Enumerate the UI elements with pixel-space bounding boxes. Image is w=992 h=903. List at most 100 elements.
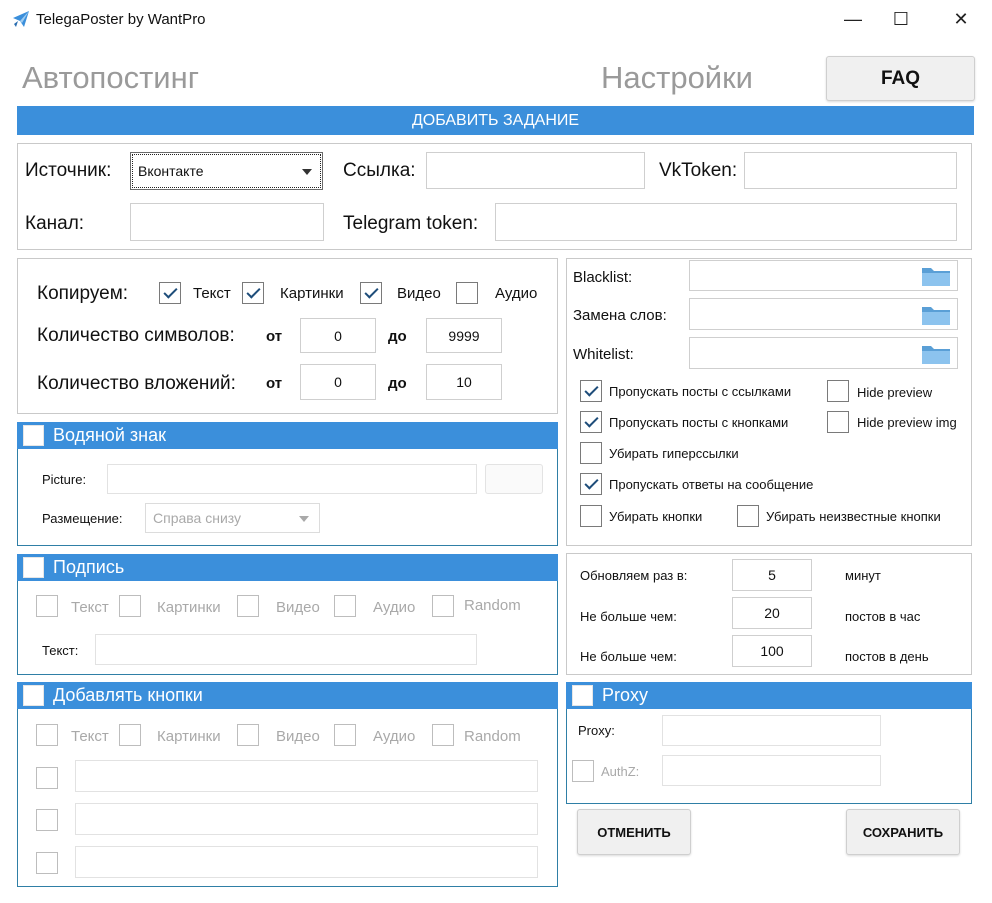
- close-icon: ✕: [953, 8, 969, 29]
- telegram-token-input[interactable]: [495, 203, 957, 241]
- buttons-audio-checkbox[interactable]: [334, 724, 356, 746]
- telegram-paper-plane-icon: [13, 11, 29, 27]
- signature-text-field-label: Текст:: [42, 643, 79, 658]
- watermark-checkbox[interactable]: [23, 425, 44, 446]
- copy-images-label: Картинки: [280, 285, 344, 302]
- folder-icon[interactable]: [921, 343, 951, 365]
- copy-images-checkbox[interactable]: [242, 282, 264, 304]
- chars-to-label: до: [388, 328, 407, 345]
- hide-preview-img-checkbox[interactable]: [827, 411, 849, 433]
- folder-icon[interactable]: [921, 304, 951, 326]
- authz-checkbox[interactable]: [572, 760, 594, 782]
- link-label: Ссылка:: [343, 160, 416, 181]
- proxy-input[interactable]: [662, 715, 881, 746]
- check-icon: [583, 382, 599, 397]
- copy-audio-label: Аудио: [495, 285, 538, 302]
- close-button[interactable]: ✕: [938, 0, 984, 38]
- signature-title: Подпись: [53, 557, 125, 577]
- attach-from-input[interactable]: 0: [300, 364, 376, 400]
- faq-button[interactable]: FAQ: [826, 56, 975, 101]
- check-icon: [583, 413, 599, 428]
- window-title: TelegaPoster by WantPro: [36, 11, 206, 28]
- channel-label: Канал:: [25, 213, 85, 234]
- minimize-button[interactable]: —: [830, 0, 876, 38]
- buttons-video-checkbox[interactable]: [237, 724, 259, 746]
- add-buttons-title: Добавлять кнопки: [53, 685, 203, 705]
- update-interval-label: Обновляем раз в:: [580, 568, 688, 583]
- signature-video-checkbox[interactable]: [237, 595, 259, 617]
- proxy-header: Proxy: [566, 682, 972, 709]
- blacklist-input[interactable]: [689, 260, 958, 291]
- placement-select-value: Справа снизу: [153, 510, 242, 526]
- title-bar: TelegaPoster by WantPro — ☐ ✕: [0, 0, 992, 38]
- signature-random-checkbox[interactable]: [432, 595, 454, 617]
- buttons-random-checkbox[interactable]: [432, 724, 454, 746]
- check-icon: [363, 284, 379, 299]
- remove-hyperlinks-checkbox[interactable]: [580, 442, 602, 464]
- buttons-images-label: Картинки: [157, 728, 221, 745]
- source-select[interactable]: Вконтакте: [130, 152, 323, 190]
- chevron-down-icon: [299, 516, 309, 522]
- proxy-checkbox[interactable]: [572, 685, 593, 706]
- save-button[interactable]: СОХРАНИТЬ: [846, 809, 960, 855]
- button-row-2-input[interactable]: [75, 803, 538, 835]
- buttons-text-label: Текст: [71, 728, 109, 745]
- maximize-button[interactable]: ☐: [878, 0, 924, 38]
- copy-video-label: Видео: [397, 285, 441, 302]
- authz-input[interactable]: [662, 755, 881, 786]
- signature-images-checkbox[interactable]: [119, 595, 141, 617]
- add-buttons-checkbox[interactable]: [23, 685, 44, 706]
- chars-to-input[interactable]: 9999: [426, 318, 502, 353]
- remove-unknown-buttons-checkbox[interactable]: [737, 505, 759, 527]
- remove-buttons-checkbox[interactable]: [580, 505, 602, 527]
- chars-from-input[interactable]: 0: [300, 318, 376, 353]
- nav-settings[interactable]: Настройки: [601, 60, 753, 96]
- max-per-day-label: Не больше чем:: [580, 649, 677, 664]
- skip-buttons-checkbox[interactable]: [580, 411, 602, 433]
- check-icon: [245, 284, 261, 299]
- update-interval-input[interactable]: 5: [732, 559, 812, 591]
- max-per-hour-unit: постов в час: [845, 609, 921, 624]
- placement-label: Размещение:: [42, 511, 123, 526]
- skip-links-checkbox[interactable]: [580, 380, 602, 402]
- channel-input[interactable]: [130, 203, 324, 241]
- button-row-3-checkbox[interactable]: [36, 852, 58, 874]
- max-per-hour-input[interactable]: 20: [732, 597, 812, 629]
- nav-autoposting[interactable]: Автопостинг: [22, 60, 199, 96]
- buttons-random-label: Random: [464, 728, 521, 745]
- cancel-button[interactable]: ОТМЕНИТЬ: [577, 809, 691, 855]
- remove-buttons-label: Убирать кнопки: [609, 509, 703, 524]
- placement-select[interactable]: Справа снизу: [145, 503, 320, 533]
- attach-to-input[interactable]: 10: [426, 364, 502, 400]
- remove-hyperlinks-label: Убирать гиперссылки: [609, 446, 739, 461]
- hide-preview-checkbox[interactable]: [827, 380, 849, 402]
- signature-text-input[interactable]: [95, 634, 477, 665]
- buttons-text-checkbox[interactable]: [36, 724, 58, 746]
- signature-text-checkbox[interactable]: [36, 595, 58, 617]
- button-row-2-checkbox[interactable]: [36, 809, 58, 831]
- vktoken-input[interactable]: [744, 152, 957, 189]
- minimize-icon: —: [844, 8, 862, 29]
- picture-browse-button[interactable]: [485, 464, 543, 494]
- link-input[interactable]: [426, 152, 645, 189]
- replace-words-input[interactable]: [689, 298, 958, 330]
- buttons-images-checkbox[interactable]: [119, 724, 141, 746]
- folder-icon[interactable]: [921, 265, 951, 287]
- source-label: Источник:: [25, 160, 112, 181]
- whitelist-input[interactable]: [689, 337, 958, 369]
- picture-input[interactable]: [107, 464, 477, 494]
- buttons-audio-label: Аудио: [373, 728, 416, 745]
- signature-audio-checkbox[interactable]: [334, 595, 356, 617]
- proxy-label: Proxy:: [578, 723, 615, 738]
- button-row-1-checkbox[interactable]: [36, 767, 58, 789]
- copy-text-checkbox[interactable]: [159, 282, 181, 304]
- max-per-day-input[interactable]: 100: [732, 635, 812, 667]
- copy-video-checkbox[interactable]: [360, 282, 382, 304]
- copy-audio-checkbox[interactable]: [456, 282, 478, 304]
- button-row-3-input[interactable]: [75, 846, 538, 878]
- buttons-video-label: Видео: [276, 728, 320, 745]
- signature-checkbox[interactable]: [23, 557, 44, 578]
- button-row-1-input[interactable]: [75, 760, 538, 792]
- copy-label: Копируем:: [37, 283, 129, 304]
- skip-replies-checkbox[interactable]: [580, 473, 602, 495]
